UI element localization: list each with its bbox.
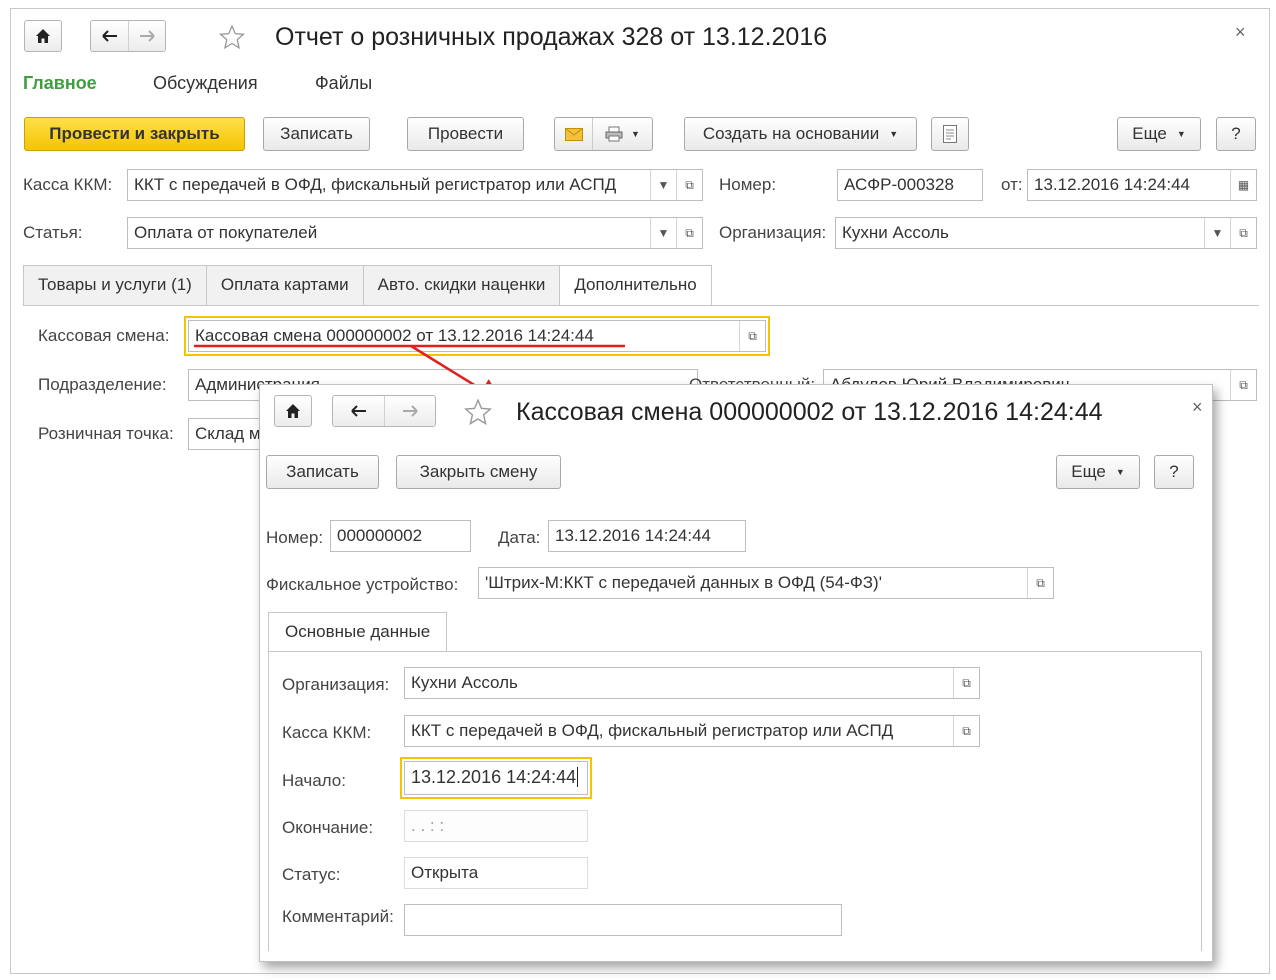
dropdown-icon: ▼ bbox=[1115, 467, 1125, 477]
popup-title: Кассовая смена 000000002 от 13.12.2016 1… bbox=[516, 398, 1103, 426]
organization-label: Организация: bbox=[282, 675, 390, 694]
tab-main-data[interactable]: Основные данные bbox=[268, 612, 448, 652]
device-field[interactable]: 'Штрих-М:ККТ с передачей данных в ОФД (5… bbox=[478, 567, 1054, 599]
start-value: 13.12.2016 14:24:44 bbox=[411, 767, 577, 787]
start-field[interactable]: 13.12.2016 14:24:44 bbox=[404, 761, 588, 795]
help-button[interactable]: ? bbox=[1154, 455, 1194, 489]
arrow-left-icon bbox=[351, 405, 366, 417]
more-label: Еще bbox=[1071, 462, 1106, 481]
end-field[interactable]: . . : : bbox=[404, 810, 588, 842]
tab-divider bbox=[268, 651, 1202, 652]
shift-tabs: Основные данные bbox=[268, 612, 448, 652]
open-icon[interactable]: ⧉ bbox=[1027, 568, 1053, 598]
end-label: Окончание: bbox=[282, 818, 374, 837]
status-label: Статус: bbox=[282, 865, 341, 884]
status-field[interactable]: Открыта bbox=[404, 857, 588, 889]
home-icon bbox=[286, 404, 300, 418]
close-shift-button[interactable]: Закрыть смену bbox=[396, 455, 561, 489]
cash-shift-window: Кассовая смена 000000002 от 13.12.2016 1… bbox=[259, 384, 1213, 962]
history-nav bbox=[332, 395, 436, 427]
number-label: Номер: bbox=[266, 528, 324, 547]
start-label: Начало: bbox=[282, 771, 346, 790]
comment-field[interactable] bbox=[404, 904, 842, 936]
open-icon[interactable]: ⧉ bbox=[953, 716, 979, 746]
kassa-field[interactable]: ККТ с передачей в ОФД, фискальный регист… bbox=[404, 715, 980, 747]
device-label: Фискальное устройство: bbox=[266, 575, 459, 594]
date-field[interactable]: 13.12.2016 14:24:44 bbox=[548, 520, 746, 552]
comment-label: Комментарий: bbox=[282, 907, 394, 926]
device-value: 'Штрих-М:ККТ с передачей данных в ОФД (5… bbox=[485, 573, 882, 592]
number-field[interactable]: 000000002 bbox=[330, 520, 471, 552]
home-button[interactable] bbox=[274, 395, 312, 427]
kassa-value: ККТ с передачей в ОФД, фискальный регист… bbox=[411, 721, 894, 740]
close-icon[interactable]: × bbox=[1192, 397, 1203, 418]
more-button[interactable]: Еще ▼ bbox=[1056, 455, 1140, 489]
back-button[interactable] bbox=[333, 396, 384, 426]
open-icon[interactable]: ⧉ bbox=[953, 668, 979, 698]
kassa-label: Касса ККМ: bbox=[282, 723, 372, 742]
tab-panel-border-left bbox=[268, 651, 269, 951]
organization-field[interactable]: Кухни Ассоль ⧉ bbox=[404, 667, 980, 699]
arrow-right-icon bbox=[403, 405, 418, 417]
organization-value: Кухни Ассоль bbox=[411, 673, 518, 692]
star-icon[interactable] bbox=[464, 398, 492, 426]
save-button[interactable]: Записать bbox=[266, 455, 379, 489]
date-label: Дата: bbox=[498, 528, 541, 547]
tab-panel-border-right bbox=[1201, 651, 1202, 951]
annotation-arrow bbox=[194, 344, 625, 403]
forward-button[interactable] bbox=[384, 396, 435, 426]
